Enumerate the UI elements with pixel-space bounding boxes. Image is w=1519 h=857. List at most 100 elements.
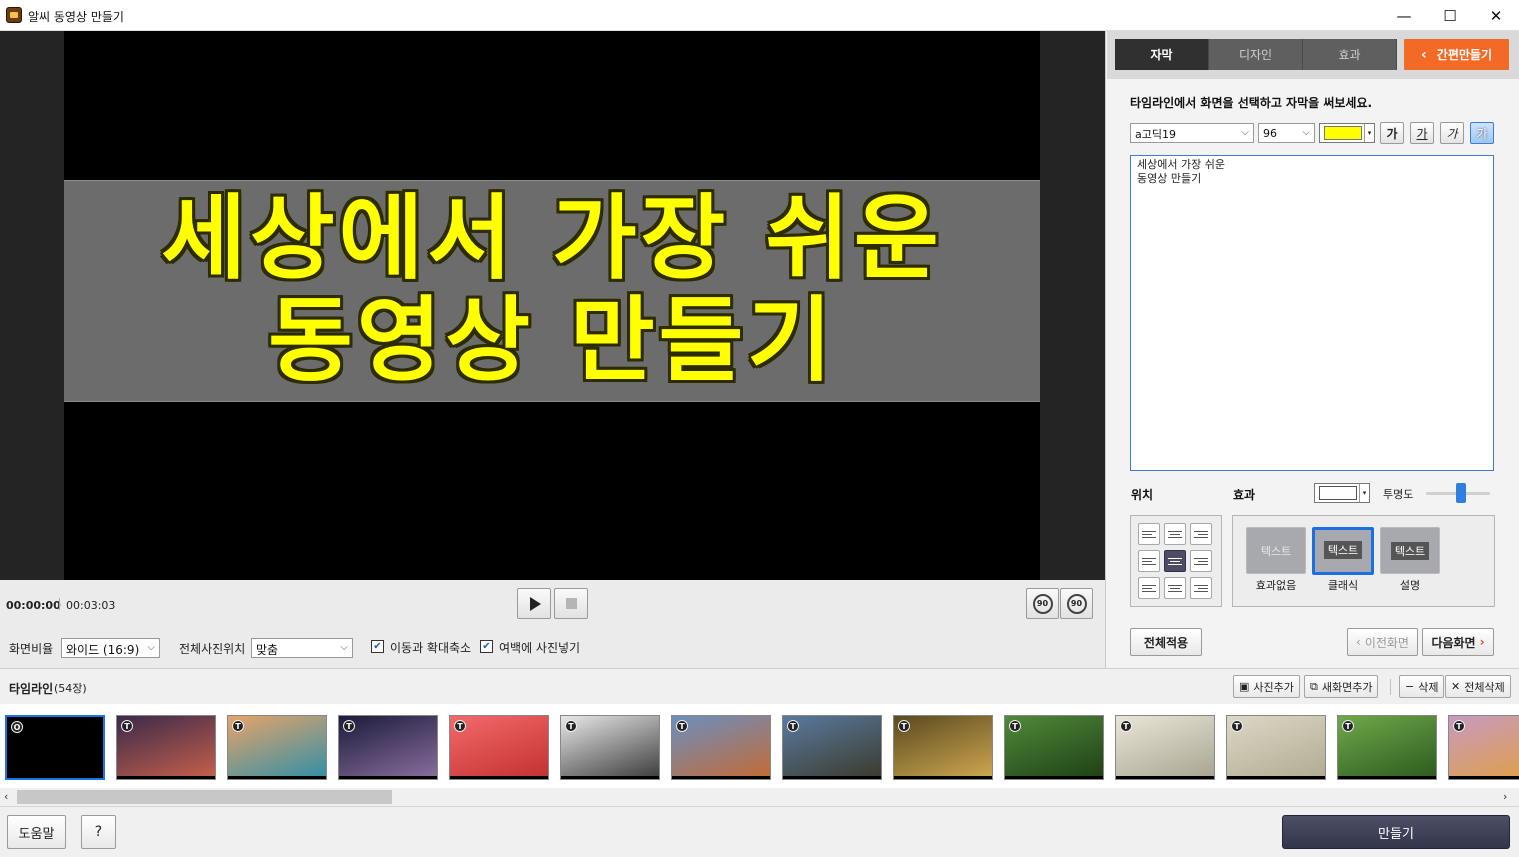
position-cell[interactable] [1190,550,1212,572]
timeline-thumbnail[interactable]: T [116,715,216,780]
zoom-checkbox[interactable]: ✔ [371,640,384,653]
caption-line-2: 동영상 만들기 [268,287,836,394]
photo-position-label: 전체사진위치 [179,642,246,656]
position-cell[interactable] [1190,523,1212,545]
prev-screen-label: 이전화면 [1364,635,1409,650]
timeline-thumbnail[interactable]: O [5,715,105,780]
delete-label: 삭제 [1418,680,1439,694]
position-cell[interactable] [1138,550,1160,572]
tab-design[interactable]: 디자인 [1209,39,1303,70]
rotate-left-icon: 90 [1032,593,1053,614]
position-cell[interactable] [1138,577,1160,599]
add-photo-button[interactable]: ▣ 사진추가 [1233,675,1300,698]
timeline-thumbnail[interactable]: T [1115,715,1215,780]
add-screen-button[interactable]: ⧉ 새화면추가 [1304,675,1379,698]
scroll-left-icon[interactable]: ‹ [4,790,8,803]
timeline-thumbnail[interactable]: T [782,715,882,780]
timeline-thumbnail[interactable]: T [1448,715,1519,780]
rotate-right-icon: 90 [1066,593,1087,614]
timeline-thumbnail[interactable]: T [449,715,549,780]
effect-description-sample: 텍스트 [1390,541,1430,560]
close-button[interactable]: ✕ [1473,0,1519,31]
timeline-thumbnail[interactable]: T [560,715,660,780]
size-select[interactable]: 96 ⌵ [1258,123,1315,143]
thumbnail-badge-icon: T [232,720,244,732]
prev-screen-button[interactable]: ‹ 이전화면 [1347,628,1418,656]
thumbnail-letterbox [672,776,770,779]
time-separator [59,598,60,610]
delete-all-label: 전체삭제 [1464,680,1505,694]
text-color-picker[interactable]: ▾ [1319,123,1375,143]
margin-checkbox[interactable]: ✔ [480,640,493,653]
help-button[interactable]: 도움말 [7,815,66,849]
next-screen-label: 다음화면 [1431,635,1476,650]
thumbnail-letterbox [783,776,881,779]
effect-color-picker[interactable]: ▾ [1314,483,1370,503]
thumbnail-letterbox [1338,776,1436,779]
ratio-select[interactable]: 와이드 (16:9) ⌵ [61,638,160,658]
position-cell[interactable] [1164,550,1186,572]
effect-classic-option[interactable]: 텍스트 [1312,527,1374,575]
stop-button[interactable] [554,588,588,619]
thumbnail-letterbox [450,776,548,779]
next-screen-button[interactable]: 다음화면 › [1422,628,1494,656]
position-cell[interactable] [1164,577,1186,599]
outline-button[interactable]: 가 [1470,122,1494,144]
thumbnail-letterbox [1449,776,1519,779]
app-icon [6,7,22,23]
thumbnail-badge-icon: T [1231,720,1243,732]
rotate-left-button[interactable]: 90 [1026,588,1059,619]
opacity-label: 투명도 [1383,488,1414,501]
thumbnail-letterbox [1005,776,1103,779]
minimize-button[interactable]: — [1381,0,1427,31]
tab-caption[interactable]: 자막 [1115,39,1209,70]
caption-line-1: 세상에서 가장 쉬운 [161,185,943,292]
timeline-thumbnail[interactable]: T [227,715,327,780]
make-button[interactable]: 만들기 [1282,815,1510,849]
thumbnail-badge-icon: T [787,720,799,732]
thumbnail-badge-icon: T [343,720,355,732]
italic-button[interactable]: 가 [1440,122,1464,144]
easy-make-button[interactable]: ‹ 간편만들기 [1404,39,1509,70]
toolbar-divider [1390,679,1391,695]
thumbnail-badge-icon: T [1453,720,1465,732]
caption-text-input[interactable]: 세상에서 가장 쉬운 동영상 만들기 [1130,155,1494,471]
bold-button[interactable]: 가 [1380,122,1404,144]
timeline-thumbnail[interactable]: T [1337,715,1437,780]
rotate-right-button[interactable]: 90 [1060,588,1093,619]
font-select[interactable]: a고딕19 ⌵ [1130,123,1254,143]
underline-button[interactable]: 가 [1410,122,1434,144]
play-button[interactable] [517,588,551,619]
position-cell[interactable] [1138,523,1160,545]
timeline-thumbnail[interactable]: T [338,715,438,780]
scroll-right-icon[interactable]: › [1503,790,1507,803]
add-photo-icon: ▣ [1239,680,1250,693]
tab-effect[interactable]: 효과 [1303,39,1397,70]
apply-all-button[interactable]: 전체적용 [1130,628,1202,656]
delete-button[interactable]: − 삭제 [1399,675,1445,698]
timeline-thumbnail[interactable]: T [1226,715,1326,780]
timeline-thumbnail[interactable]: T [671,715,771,780]
opacity-slider-handle[interactable] [1456,483,1467,503]
position-cell[interactable] [1164,523,1186,545]
photo-position-value: 맞춤 [256,643,279,657]
question-button[interactable]: ? [81,815,116,849]
chevron-down-icon: ▾ [1359,484,1369,502]
thumbnail-badge-icon: T [676,720,688,732]
effect-description-option[interactable]: 텍스트 [1380,527,1440,574]
ratio-value: 와이드 (16:9) [66,643,140,657]
zoom-checkbox-label: 이동과 확대축소 [390,641,472,655]
margin-checkbox-label: 여백에 사진넣기 [499,641,581,655]
effect-none-option[interactable]: 텍스트 [1246,527,1306,574]
play-icon [530,596,541,611]
chevron-down-icon: ⌵ [1241,127,1249,138]
scrollbar-thumb[interactable] [17,790,392,804]
position-cell[interactable] [1190,577,1212,599]
timeline-thumbnail[interactable]: T [1004,715,1104,780]
window-title: 알씨 동영상 만들기 [28,10,124,24]
maximize-button[interactable]: ☐ [1427,0,1473,31]
thumbnail-letterbox [1116,776,1214,779]
photo-position-select[interactable]: 맞춤 ⌵ [251,638,353,658]
timeline-thumbnail[interactable]: T [893,715,993,780]
delete-all-button[interactable]: ✕ 전체삭제 [1445,675,1511,698]
